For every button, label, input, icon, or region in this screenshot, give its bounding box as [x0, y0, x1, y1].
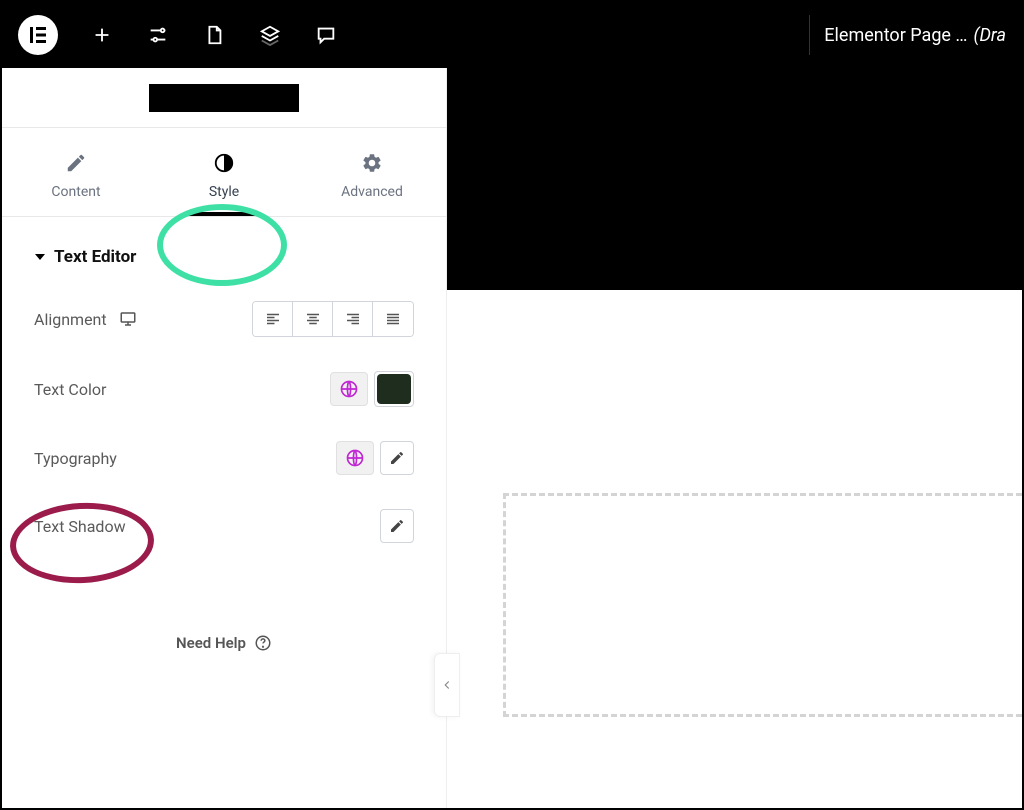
- pencil-icon: [389, 518, 405, 534]
- help-icon: [254, 634, 272, 652]
- label-typography: Typography: [34, 449, 117, 468]
- page-status: (Dra: [973, 25, 1006, 46]
- widget-title-redacted: [149, 84, 299, 112]
- global-color-button[interactable]: [330, 372, 368, 406]
- collapse-sidebar-handle[interactable]: [434, 653, 460, 717]
- canvas-header-section[interactable]: [447, 68, 1022, 290]
- structure-button[interactable]: [246, 11, 294, 59]
- control-alignment: Alignment: [34, 301, 414, 337]
- page-title[interactable]: Elementor Page …: [824, 25, 967, 46]
- globe-icon: [345, 448, 365, 468]
- page-settings-button[interactable]: [190, 11, 238, 59]
- control-typography: Typography: [34, 441, 414, 475]
- panel-tabs: Content Style Advanced: [2, 128, 446, 217]
- pencil-icon: [65, 152, 87, 174]
- pencil-icon: [389, 450, 405, 466]
- add-element-button[interactable]: [78, 11, 126, 59]
- notes-button[interactable]: [302, 11, 350, 59]
- align-center-button[interactable]: [293, 302, 333, 336]
- label-text-shadow: Text Shadow: [34, 517, 126, 536]
- editor-sidebar: Content Style Advanced Text Editor: [2, 68, 447, 808]
- section-text-editor[interactable]: Text Editor: [34, 247, 414, 267]
- contrast-icon: [213, 152, 235, 174]
- canvas-dropzone[interactable]: [503, 493, 1022, 717]
- tab-content[interactable]: Content: [2, 128, 150, 216]
- chevron-left-icon: [440, 678, 454, 692]
- tab-advanced-label: Advanced: [341, 184, 403, 200]
- color-picker[interactable]: [374, 371, 414, 407]
- globe-icon: [339, 379, 359, 399]
- alignment-buttons: [252, 301, 414, 337]
- tab-style[interactable]: Style: [150, 128, 298, 216]
- desktop-icon[interactable]: [119, 310, 137, 328]
- widget-header: [2, 68, 446, 128]
- label-text-color: Text Color: [34, 380, 106, 399]
- typography-edit-button[interactable]: [380, 441, 414, 475]
- help-row: Need Help: [34, 633, 414, 652]
- divider: [809, 15, 810, 55]
- topbar: Elementor Page … (Dra: [2, 2, 1022, 68]
- label-alignment: Alignment: [34, 310, 137, 329]
- align-left-button[interactable]: [253, 302, 293, 336]
- app-container: Elementor Page … (Dra Content Style: [2, 2, 1022, 808]
- main: Content Style Advanced Text Editor: [2, 68, 1022, 808]
- style-panel: Text Editor Alignment: [2, 217, 446, 808]
- section-title: Text Editor: [54, 247, 136, 267]
- elementor-logo[interactable]: [18, 15, 58, 55]
- align-right-button[interactable]: [333, 302, 373, 336]
- page-title-area: Elementor Page … (Dra: [801, 15, 1006, 55]
- need-help-link[interactable]: Need Help: [176, 634, 272, 652]
- align-justify-button[interactable]: [373, 302, 413, 336]
- global-typography-button[interactable]: [336, 441, 374, 475]
- canvas[interactable]: [447, 68, 1022, 808]
- control-text-color: Text Color: [34, 371, 414, 407]
- tab-style-label: Style: [209, 184, 239, 200]
- caret-down-icon: [34, 251, 46, 263]
- color-swatch: [377, 374, 411, 404]
- text-shadow-edit-button[interactable]: [380, 509, 414, 543]
- gear-icon: [361, 152, 383, 174]
- tab-advanced[interactable]: Advanced: [298, 128, 446, 216]
- control-text-shadow: Text Shadow: [34, 509, 414, 543]
- site-settings-button[interactable]: [134, 11, 182, 59]
- tab-content-label: Content: [51, 184, 100, 200]
